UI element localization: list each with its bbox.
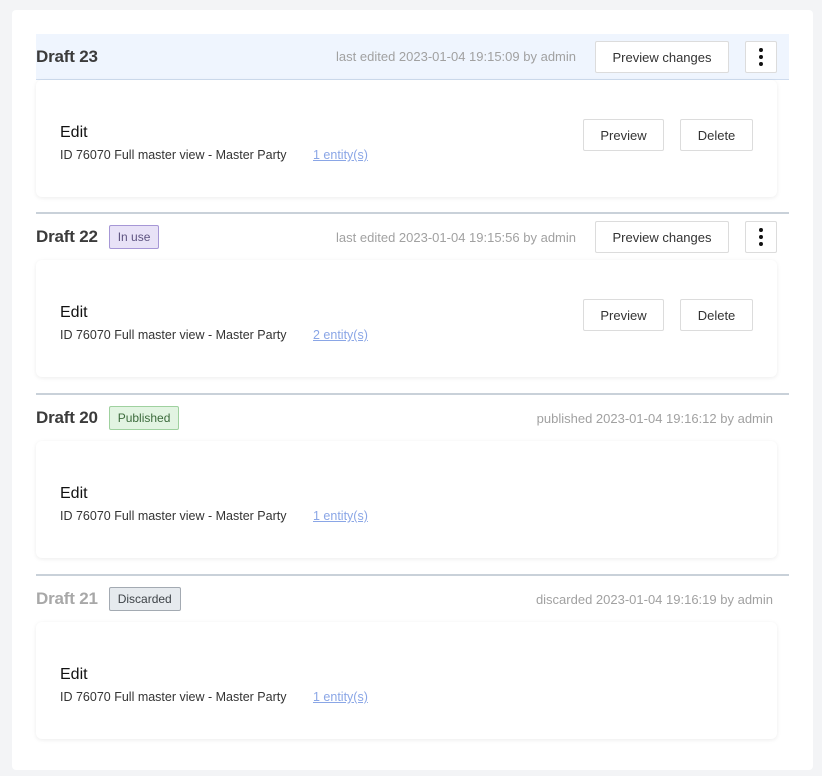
draft-title: Draft 22 xyxy=(36,227,98,246)
delete-button[interactable]: Delete xyxy=(680,119,753,151)
status-badge-in-use: In use xyxy=(108,225,160,249)
draft-header: Draft 20 Published published 2023-01-04 … xyxy=(36,395,789,441)
draft-meta: discarded 2023-01-04 19:16:19 by admin xyxy=(535,591,773,607)
draft-item-card: Edit ID 76070 Full master view - Master … xyxy=(36,441,777,558)
more-options-button[interactable] xyxy=(745,221,777,253)
draft-title: Draft 20 xyxy=(36,408,98,427)
item-title: Edit xyxy=(60,485,88,502)
draft-title: Draft 23 xyxy=(36,46,98,66)
more-vertical-icon xyxy=(759,228,763,246)
item-description: ID 76070 Full master view - Master Party xyxy=(60,690,287,704)
draft-header: Draft 22 In use last edited 2023-01-04 1… xyxy=(36,214,789,260)
item-title: Edit xyxy=(60,666,88,683)
draft-item-card: Edit ID 76070 Full master view - Master … xyxy=(36,622,777,739)
preview-changes-button[interactable]: Preview changes xyxy=(595,41,729,73)
preview-changes-button[interactable]: Preview changes xyxy=(595,221,729,253)
draft-title: Draft 21 xyxy=(36,589,98,608)
delete-button[interactable]: Delete xyxy=(680,299,753,331)
draft-header: Draft 23 last edited 2023-01-04 19:15:09… xyxy=(36,34,789,80)
status-badge-discarded: Discarded xyxy=(108,587,181,611)
item-title: Edit xyxy=(60,124,88,141)
more-vertical-icon xyxy=(759,48,763,66)
more-options-button[interactable] xyxy=(745,41,777,73)
draft-item-card: Edit ID 76070 Full master view - Master … xyxy=(36,260,777,377)
draft-item-card: Edit ID 76070 Full master view - Master … xyxy=(36,80,777,197)
preview-button[interactable]: Preview xyxy=(583,299,664,331)
item-description: ID 76070 Full master view - Master Party xyxy=(60,509,287,523)
item-description: ID 76070 Full master view - Master Party xyxy=(60,328,287,342)
draft-section: Draft 20 Published published 2023-01-04 … xyxy=(36,395,789,558)
draft-meta: last edited 2023-01-04 19:15:56 by admin xyxy=(336,229,576,245)
drafts-panel: Draft 23 last edited 2023-01-04 19:15:09… xyxy=(12,10,813,770)
entities-link[interactable]: 1 entity(s) xyxy=(313,509,368,523)
draft-meta: published 2023-01-04 19:16:12 by admin xyxy=(536,410,773,426)
preview-button[interactable]: Preview xyxy=(583,119,664,151)
entities-link[interactable]: 2 entity(s) xyxy=(313,328,368,342)
status-badge-published: Published xyxy=(108,406,180,430)
entities-link[interactable]: 1 entity(s) xyxy=(313,148,368,162)
draft-section: Draft 23 last edited 2023-01-04 19:15:09… xyxy=(36,34,789,197)
item-title: Edit xyxy=(60,304,88,321)
draft-header: Draft 21 Discarded discarded 2023-01-04 … xyxy=(36,576,789,622)
draft-section: Draft 22 In use last edited 2023-01-04 1… xyxy=(36,214,789,377)
draft-section: Draft 21 Discarded discarded 2023-01-04 … xyxy=(36,576,789,739)
draft-meta: last edited 2023-01-04 19:15:09 by admin xyxy=(336,49,576,64)
item-description: ID 76070 Full master view - Master Party xyxy=(60,148,287,162)
entities-link[interactable]: 1 entity(s) xyxy=(313,690,368,704)
